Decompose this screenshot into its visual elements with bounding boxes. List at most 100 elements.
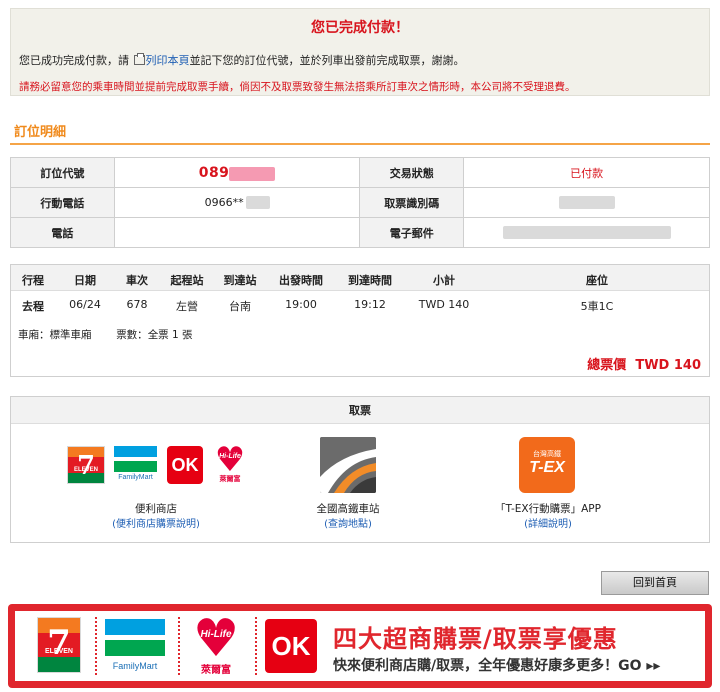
notice-suffix: 並記下您的訂位代號，並於列車出發前完成取票，謝謝。 [189,54,465,67]
section-title: 訂位明細 [14,125,67,140]
notice-prefix: 您已成功完成付款，請 [19,54,133,67]
header-date: 日期 [74,274,96,287]
header-departure: 出發時間 [279,274,323,287]
payment-notice: 您已完成付款！ 您已成功完成付款，請 列印本頁並記下您的訂位代號，並於列車出發前… [10,8,710,96]
familymart-text: FamilyMart [112,661,158,671]
station-location-link[interactable]: (查詢地點) [324,515,372,530]
train-icon [320,437,376,493]
header-origin: 起程站 [170,274,204,287]
promo-banner[interactable]: 7 ELEVEN FamilyMart ♥ Hi-Life 萊爾富 OK 四大超… [8,604,712,688]
seven-glyph: 7 [47,623,71,663]
redacted-pickup-code [558,196,615,210]
header-journey: 行程 [22,274,44,287]
t-ex-details-link[interactable]: (詳細說明) [524,515,572,530]
trip-destination: 台南 [229,300,251,313]
status-value: 已付款 [570,166,604,180]
pnr-label: 訂位代號 [10,157,115,188]
ok-text: OK [271,631,311,661]
trip-seat: 5車1C [580,300,614,313]
ok-text: OK [171,455,199,475]
pnr-value: 089 [198,164,230,181]
hilife-text: Hi-Life [219,453,241,460]
notice-message: 您已成功完成付款，請 列印本頁並記下您的訂位代號，並於列車出發前完成取票，謝謝。 [19,52,465,68]
car-type-label: 車廂： [18,329,50,341]
status-cell: 已付款 [463,157,710,188]
trip-arrival: 19:12 [354,298,386,311]
ok-mart-logo: OK [167,446,203,484]
header-train: 車次 [126,274,148,287]
banner-divider [255,617,257,675]
tex-small-text: 台灣高鐵 [533,450,561,458]
trip-train: 678 [126,298,148,311]
pickup-code-label: 取票識別碼 [359,187,465,218]
print-page-link[interactable]: 列印本頁 [133,53,190,67]
mobile-value: 0966** [204,195,244,209]
banner-title: 四大超商購票/取票享優惠 [333,625,618,653]
email-cell [463,217,710,248]
seven-eleven-logo: 7 ELEVEN [37,617,81,673]
hi-life-logo: ♥ Hi-Life 萊爾富 [188,615,244,677]
banner-subtitle: 快來便利商店購/取票，全年優惠好康多更多！GO ▸▸ [333,658,661,674]
convenience-store-guide-link[interactable]: (便利商店購票說明) [112,515,200,530]
back-to-home-button[interactable]: 回到首頁 [601,571,709,595]
notice-title: 您已完成付款！ [311,20,409,36]
trip-date: 06/24 [69,298,101,311]
seven-eleven-logo: 7 ELEVEN [67,446,105,484]
booking-info-table: 訂位代號 089 交易狀態 已付款 行動電話 0966** 取票識別碼 電話 電… [10,157,710,248]
notice-warning: 請務必留意您的乘車時間並提前完成取票手續，倘因不及取票致發生無法搭乘所訂車次之情… [19,81,576,93]
table-row: 電話 電子郵件 [10,217,710,248]
print-icon [133,53,145,65]
status-label: 交易狀態 [359,157,465,188]
phone-label: 電話 [10,217,115,248]
heart-icon: ♥ [214,444,246,480]
ok-mart-logo: OK [265,619,317,673]
t-ex-app-logo: 台灣高鐵 T-EX [519,437,575,493]
trip-origin: 左營 [176,300,198,313]
option-convenience-store: 便利商店 [135,503,177,515]
mobile-cell: 0966** [113,187,361,218]
phone-cell [113,217,361,248]
hilife-text: Hi-Life [200,629,232,640]
option-t-ex-app: 「T-EX行動購票」APP [495,503,601,515]
banner-divider [95,617,97,675]
redacted-mobile [245,196,270,210]
tickets-label: 票數： [116,329,148,341]
mobile-label: 行動電話 [10,187,115,218]
hilife-sub: 萊爾富 [219,475,241,483]
seven-eleven-text: ELEVEN [44,648,73,655]
hsr-station-logo [320,437,376,493]
pnr-cell: 089 [113,157,361,188]
option-hsr-station: 全國高鐵車站 [316,503,380,515]
car-type-value: 標準車廂 [49,329,92,341]
banner-divider [178,617,180,675]
trip-details: 行程 日期 車次 起程站 到達站 出發時間 到達時間 小計 座位 去程 06/2… [10,264,710,377]
familymart-text: FamilyMart [118,474,153,481]
hilife-sub: 萊爾富 [201,665,231,676]
section-divider [10,143,710,145]
familymart-logo: FamilyMart [105,619,165,675]
trip-meta: 車廂：標準車廂 票數：全票 1 張 [18,327,193,342]
seven-eleven-text: ELEVEN [73,467,98,473]
seven-glyph: 7 [76,451,96,481]
redacted-pnr [229,166,276,181]
header-subtotal: 小計 [433,274,455,287]
hi-life-logo: ♥ Hi-Life 萊爾富 [212,444,248,486]
familymart-logo: FamilyMart [114,446,157,484]
trip-subtotal: TWD 140 [418,298,470,311]
total-label: 總票價 [587,358,627,373]
pickup-title: 取票 [11,397,709,424]
promo-banner-body: 7 ELEVEN FamilyMart ♥ Hi-Life 萊爾富 OK 四大超… [15,611,705,681]
header-seat: 座位 [586,274,608,287]
trip-journey: 去程 [22,300,44,313]
trip-departure: 19:00 [285,298,317,311]
total-value: TWD 140 [635,358,701,373]
ticket-pickup: 取票 7 ELEVEN FamilyMart OK ♥ Hi-Life 萊爾富 … [10,396,710,543]
email-label: 電子郵件 [359,217,465,248]
total-price: 總票價 TWD 140 [587,354,701,373]
table-row: 行動電話 0966** 取票識別碼 [10,187,710,218]
tickets-value: 全票 1 張 [147,329,193,341]
print-page-label: 列印本頁 [145,54,190,67]
tex-text: T-EX [529,459,565,476]
trip-header-row: 行程 日期 車次 起程站 到達站 出發時間 到達時間 小計 座位 [11,265,709,291]
header-arrival: 到達時間 [348,274,392,287]
